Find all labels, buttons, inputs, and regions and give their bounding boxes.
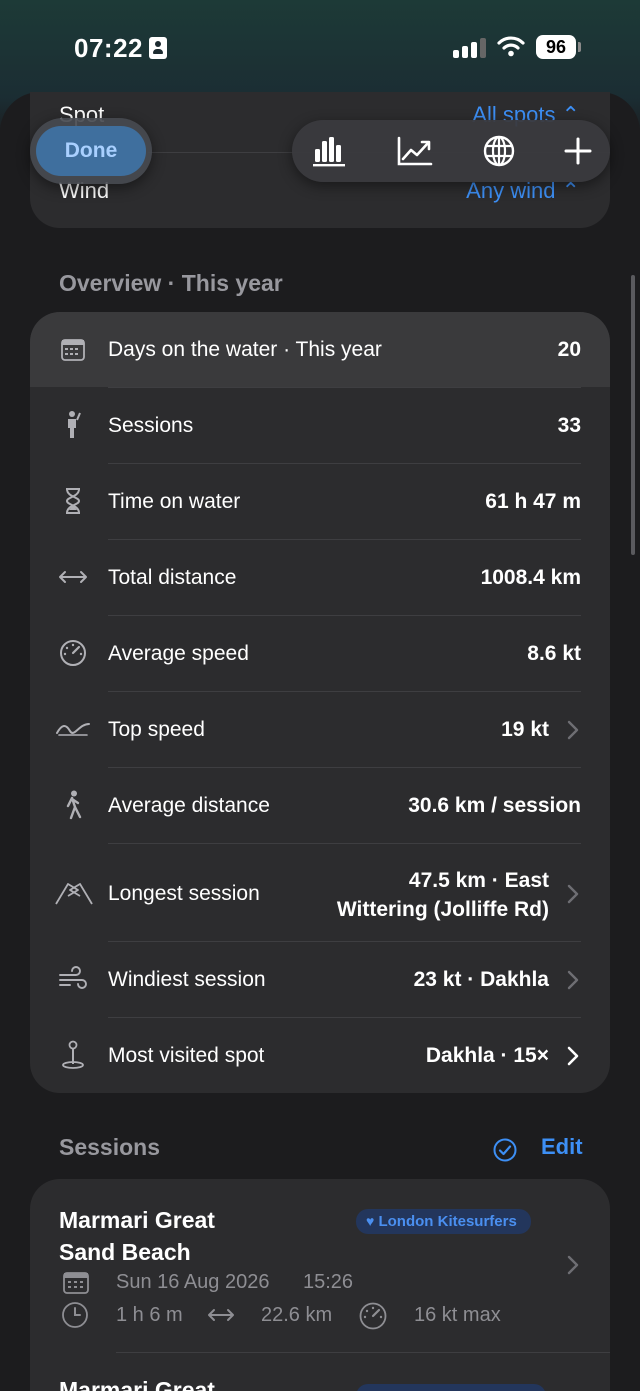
bar-chart-icon[interactable] xyxy=(311,135,347,167)
overview-row-time[interactable]: Time on water 61 h 47 m xyxy=(30,464,610,539)
overview-row-value-line: Wittering (Jolliffe Rd) xyxy=(336,898,549,921)
arrows-horizontal-icon xyxy=(208,1309,234,1321)
overview-row-longest-session[interactable]: Longest session 47.5 km · East Wittering… xyxy=(30,844,610,942)
overview-row-label: Longest session xyxy=(108,882,260,905)
session-card[interactable]: Marmari Great Sand Beach ♥ London Kitesu… xyxy=(30,1179,610,1391)
overview-row-avg-distance[interactable]: Average distance 30.6 km / session xyxy=(30,768,610,843)
session-duration: 1 h 6 m xyxy=(116,1304,183,1326)
chevron-right-icon xyxy=(567,1255,579,1275)
walking-icon xyxy=(66,790,82,820)
done-button-container: Done xyxy=(30,118,152,184)
overview-row-value: 20 xyxy=(557,338,581,361)
club-badge xyxy=(356,1384,546,1391)
session-max-speed: 16 kt max xyxy=(414,1304,501,1326)
status-time: 07:22 xyxy=(74,33,143,63)
heart-icon: ♥ xyxy=(366,1213,375,1229)
session-time: 15:26 xyxy=(303,1271,354,1293)
wind-icon xyxy=(59,966,87,989)
pin-icon xyxy=(62,1040,84,1069)
overview-row-most-visited[interactable]: Most visited spot Dakhla · 15× xyxy=(30,1018,610,1093)
session-date: Sun 16 Aug 2026 xyxy=(116,1271,270,1293)
hourglass-icon xyxy=(65,488,81,514)
session-title: Marmari Great xyxy=(59,1377,215,1391)
overview-row-top-speed[interactable]: Top speed 19 kt xyxy=(30,692,610,767)
battery-indicator: 96 xyxy=(536,35,576,59)
session-divider xyxy=(116,1352,610,1353)
cellular-signal-icon xyxy=(453,36,487,58)
person-icon xyxy=(68,411,81,438)
overview-row-days[interactable]: Days on the water · This year 20 xyxy=(30,312,610,387)
overview-row-distance[interactable]: Total distance 1008.4 km xyxy=(30,540,610,615)
wave-icon xyxy=(56,723,90,736)
overview-row-value: 19 kt xyxy=(501,718,549,741)
speedometer-icon xyxy=(60,640,86,666)
overview-row-value-line: 47.5 km · East xyxy=(408,869,549,892)
session-title-line: Marmari Great xyxy=(59,1207,215,1233)
overview-row-value: 30.6 km / session xyxy=(408,794,581,817)
trend-line-icon[interactable] xyxy=(397,135,433,167)
overview-row-value: 1008.4 km xyxy=(480,566,581,589)
battery-tip xyxy=(578,42,581,52)
session-title: Marmari Great Sand Beach xyxy=(59,1204,289,1268)
flags-icon xyxy=(55,883,93,905)
speedometer-icon xyxy=(359,1302,387,1330)
chevron-right-icon xyxy=(567,884,579,904)
overview-row-sessions[interactable]: Sessions 33 xyxy=(30,388,610,463)
session-title-line: Sand Beach xyxy=(59,1239,191,1265)
scroll-indicator xyxy=(631,275,635,555)
status-bar: 07:22 96 xyxy=(0,0,640,92)
overview-row-label: Windiest session xyxy=(108,968,266,991)
overview-row-value: 47.5 km · East Wittering (Jolliffe Rd) xyxy=(337,866,549,924)
sessions-title: Sessions xyxy=(59,1134,160,1160)
overview-row-label: Most visited spot xyxy=(108,1044,265,1067)
overview-row-label: Average speed xyxy=(108,642,249,665)
toolbar-actions xyxy=(292,120,610,182)
clock-icon xyxy=(62,1302,88,1328)
wifi-icon xyxy=(497,36,525,57)
overview-row-label: Days on the water · This year xyxy=(108,338,382,361)
overview-row-label: Top speed xyxy=(108,718,205,741)
overview-row-label: Average distance xyxy=(108,794,270,817)
arrows-horizontal-icon xyxy=(59,571,87,583)
checkmark-circle-icon xyxy=(493,1138,517,1162)
contact-card-icon xyxy=(149,37,167,59)
club-badge: ♥ London Kitesurfers xyxy=(356,1209,531,1234)
overview-row-label: Sessions xyxy=(108,414,194,437)
overview-row-label: Time on water xyxy=(108,490,241,513)
overview-row-label: Total distance xyxy=(108,566,237,589)
chevron-right-icon xyxy=(567,1046,579,1066)
overview-card: Days on the water · This year 20 Session… xyxy=(30,312,610,1093)
edit-label: Edit xyxy=(541,1134,583,1159)
overview-row-windiest[interactable]: Windiest session 23 kt · Dakhla xyxy=(30,942,610,1017)
globe-icon[interactable] xyxy=(481,135,517,167)
overview-row-value: 33 xyxy=(557,414,581,437)
plus-icon[interactable] xyxy=(560,135,596,167)
overview-row-value: Dakhla · 15× xyxy=(425,1044,549,1067)
calendar-icon xyxy=(61,339,85,361)
calendar-icon xyxy=(63,1272,89,1294)
session-distance: 22.6 km xyxy=(261,1304,333,1326)
overview-row-value: 61 h 47 m xyxy=(485,490,581,513)
done-button[interactable]: Done xyxy=(36,126,146,176)
overview-title: Overview · This year xyxy=(59,270,283,296)
overview-row-avg-speed[interactable]: Average speed 8.6 kt xyxy=(30,616,610,691)
chevron-right-icon xyxy=(567,970,579,990)
chevron-right-icon xyxy=(567,720,579,740)
club-name: London Kitesurfers xyxy=(378,1213,517,1230)
overview-row-value: 8.6 kt xyxy=(527,642,581,665)
overview-row-value: 23 kt · Dakhla xyxy=(413,968,549,991)
